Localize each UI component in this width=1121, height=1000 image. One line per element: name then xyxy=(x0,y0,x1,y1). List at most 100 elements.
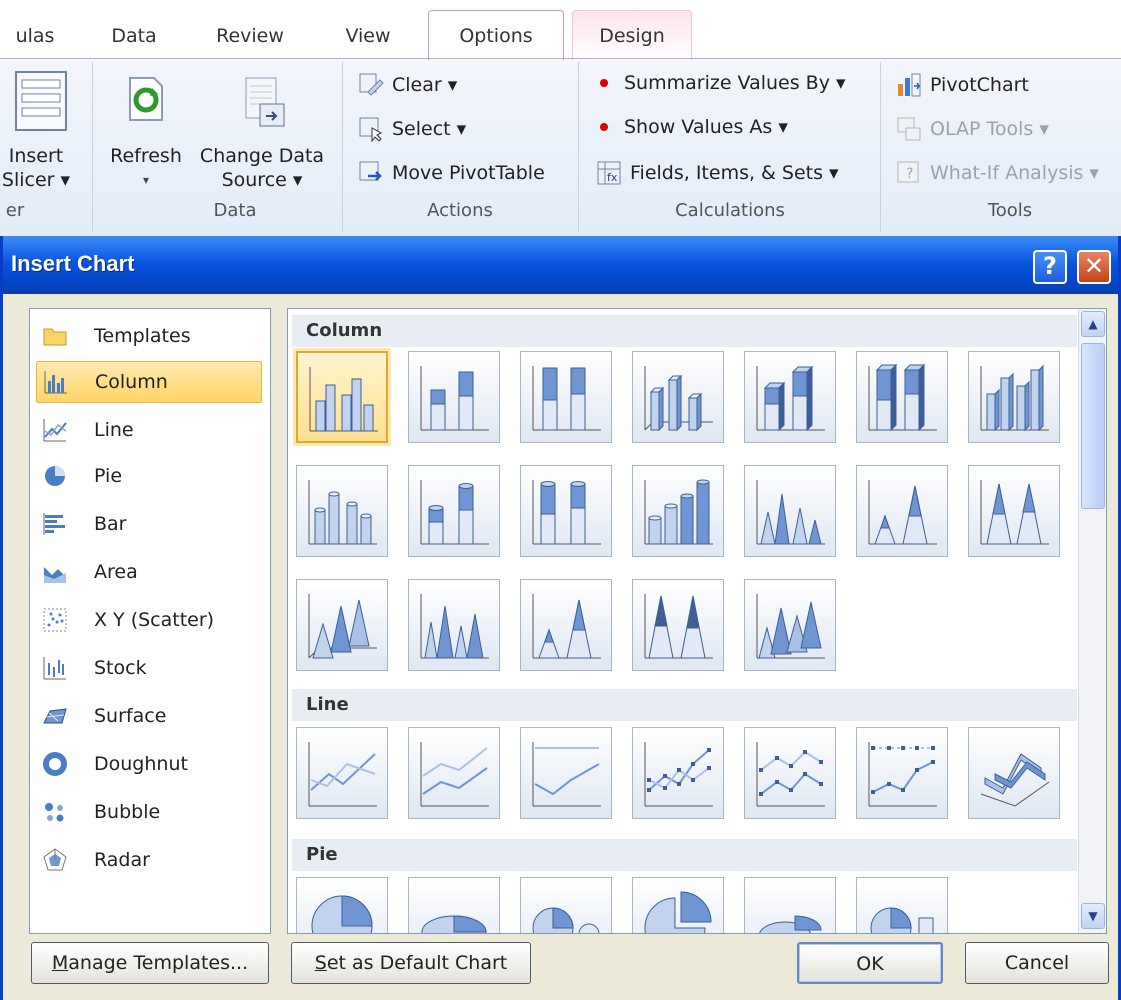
category-column[interactable]: Column xyxy=(36,361,262,403)
bar-chart-icon xyxy=(42,511,68,537)
chart-thumb-100-stacked-column[interactable] xyxy=(520,351,612,443)
group-label-calculations: Calculations xyxy=(675,200,785,221)
help-button[interactable]: ? xyxy=(1033,250,1067,284)
chart-thumb-100-stacked-line-with-markers[interactable] xyxy=(856,727,948,819)
chart-thumb-clustered-pyramid[interactable] xyxy=(408,579,500,671)
chart-thumb-line-with-markers[interactable] xyxy=(632,727,724,819)
manage-templates-label: anage Templates... xyxy=(68,952,249,974)
chart-thumb-clustered-column[interactable] xyxy=(296,351,388,443)
chart-thumb-bar-of-pie[interactable] xyxy=(856,877,948,933)
category-pie[interactable]: Pie xyxy=(36,455,262,497)
chart-thumb-stacked-column[interactable] xyxy=(408,351,500,443)
chart-thumb-3d-cylinder[interactable] xyxy=(632,465,724,557)
category-bar[interactable]: Bar xyxy=(36,503,262,545)
change-data-source-button[interactable]: Change Data Source ▾ xyxy=(192,144,332,192)
tab-options[interactable]: Options xyxy=(428,10,564,60)
category-bubble[interactable]: Bubble xyxy=(36,791,262,833)
change-data-source-icon[interactable] xyxy=(238,76,288,132)
bullet-icon xyxy=(600,123,608,131)
category-doughnut[interactable]: Doughnut xyxy=(36,743,262,785)
chart-thumb-pie[interactable] xyxy=(296,877,388,933)
scroll-down-arrow-icon[interactable]: ▼ xyxy=(1081,903,1105,929)
radar-chart-icon xyxy=(42,847,68,873)
chart-thumb-stacked-line-with-markers[interactable] xyxy=(744,727,836,819)
category-radar[interactable]: Radar xyxy=(36,839,262,881)
tab-design[interactable]: Design xyxy=(572,10,692,60)
chart-thumb-stacked-column-3d[interactable] xyxy=(744,351,836,443)
chart-thumb-exploded-pie-3d[interactable] xyxy=(744,877,836,933)
section-header-column: Column xyxy=(292,315,1077,347)
show-values-as-button[interactable]: Show Values As ▾ xyxy=(596,116,788,138)
dialog-titlebar[interactable]: Insert Chart ? ✕ xyxy=(3,236,1118,294)
category-label: X Y (Scatter) xyxy=(94,609,215,631)
category-templates[interactable]: Templates xyxy=(36,315,262,357)
chart-thumb-3d-pyramid[interactable] xyxy=(744,579,836,671)
category-line[interactable]: Line xyxy=(36,409,262,451)
category-stock[interactable]: Stock xyxy=(36,647,262,689)
chart-thumb-stacked-cone[interactable] xyxy=(856,465,948,557)
insert-slicer-icon[interactable] xyxy=(6,70,72,134)
category-label: Area xyxy=(94,561,138,583)
chart-thumb-3d-column[interactable] xyxy=(968,351,1060,443)
manage-templates-button[interactable]: Manage Templates... xyxy=(31,942,269,984)
scroll-up-arrow-icon[interactable]: ▲ xyxy=(1081,311,1105,337)
insert-slicer-button[interactable]: Insert Slicer ▾ xyxy=(0,144,72,192)
olap-tools-icon xyxy=(896,116,922,142)
chart-thumb-stacked-line[interactable] xyxy=(408,727,500,819)
pie-chart-icon xyxy=(42,463,68,489)
fields-items-sets-button[interactable]: fx Fields, Items, & Sets ▾ xyxy=(596,160,839,186)
tab-view[interactable]: View xyxy=(328,0,408,60)
summarize-values-by-button[interactable]: Summarize Values By ▾ xyxy=(596,72,846,94)
chart-thumb-3d-cone[interactable] xyxy=(296,579,388,671)
group-label-tools: Tools xyxy=(987,200,1033,221)
chart-thumb-3d-clustered-column[interactable] xyxy=(632,351,724,443)
chart-thumb-pie-of-pie[interactable] xyxy=(520,877,612,933)
chart-thumb-3d-pie[interactable] xyxy=(408,877,500,933)
chart-thumb-3d-line[interactable] xyxy=(968,727,1060,819)
cancel-button[interactable]: Cancel xyxy=(965,942,1109,984)
pivotchart-button[interactable]: PivotChart xyxy=(896,72,1029,98)
chart-thumb-clustered-cylinder[interactable] xyxy=(296,465,388,557)
chart-thumb-100-stacked-cone[interactable] xyxy=(968,465,1060,557)
line-chart-icon xyxy=(42,417,68,443)
move-pivottable-label: Move PivotTable xyxy=(392,162,545,184)
tab-data[interactable]: Data xyxy=(94,0,174,60)
category-xy-scatter[interactable]: X Y (Scatter) xyxy=(36,599,262,641)
set-default-chart-button[interactable]: Set as Default Chart xyxy=(291,942,531,984)
category-label: Line xyxy=(94,419,134,441)
chart-thumb-exploded-pie[interactable] xyxy=(632,877,724,933)
chart-thumb-clustered-cone[interactable] xyxy=(744,465,836,557)
clear-label: Clear ▾ xyxy=(392,74,458,96)
close-button[interactable]: ✕ xyxy=(1077,250,1111,284)
category-area[interactable]: Area xyxy=(36,551,262,593)
manage-templates-hotkey: M xyxy=(51,952,69,974)
chart-thumb-line[interactable] xyxy=(296,727,388,819)
set-default-label: et as Default Chart xyxy=(326,952,508,974)
select-button[interactable]: Select ▾ xyxy=(358,116,466,143)
chart-thumb-100-stacked-pyramid[interactable] xyxy=(632,579,724,671)
move-pivottable-button[interactable]: Move PivotTable xyxy=(358,160,545,186)
dialog-title: Insert Chart xyxy=(11,251,135,276)
chart-thumb-100-stacked-line[interactable] xyxy=(520,727,612,819)
refresh-button[interactable]: Refresh ▾ xyxy=(104,144,188,192)
category-label: Pie xyxy=(94,465,123,487)
chart-thumb-stacked-pyramid[interactable] xyxy=(520,579,612,671)
clear-button[interactable]: Clear ▾ xyxy=(358,72,457,98)
scrollbar-thumb[interactable] xyxy=(1081,343,1105,509)
refresh-icon[interactable] xyxy=(126,76,166,122)
chart-thumb-stacked-cylinder[interactable] xyxy=(408,465,500,557)
select-icon xyxy=(358,116,384,143)
tab-review[interactable]: Review xyxy=(200,0,300,60)
group-separator xyxy=(880,62,881,232)
what-if-analysis-button[interactable]: ? What-If Analysis ▾ xyxy=(896,160,1099,186)
chart-thumb-100-stacked-column-3d[interactable] xyxy=(856,351,948,443)
gallery-scrollbar[interactable]: ▲ ▼ xyxy=(1078,309,1106,933)
ok-button[interactable]: OK xyxy=(797,942,943,984)
svg-text:fx: fx xyxy=(607,171,618,184)
tab-formulas[interactable]: ulas xyxy=(0,0,70,60)
pivotchart-icon xyxy=(896,72,922,98)
category-surface[interactable]: Surface xyxy=(36,695,262,737)
chart-thumb-100-stacked-cylinder[interactable] xyxy=(520,465,612,557)
section-header-pie: Pie xyxy=(292,839,1077,871)
olap-tools-button[interactable]: OLAP Tools ▾ xyxy=(896,116,1049,142)
